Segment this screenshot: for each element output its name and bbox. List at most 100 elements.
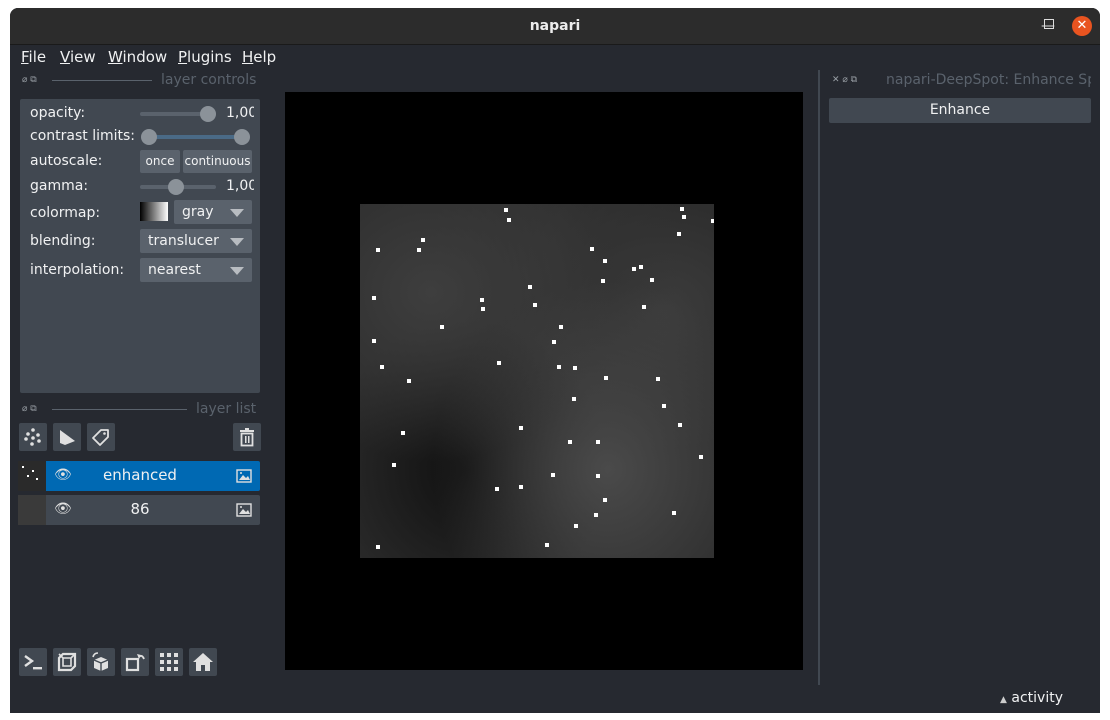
menu-plugins[interactable]: Plugins [178,48,232,66]
detected-spot [604,376,608,380]
menu-help[interactable]: Help [242,48,276,66]
chevron-down-icon [230,209,244,217]
detected-spot [603,498,607,502]
interpolation-dropdown[interactable]: nearest [140,258,252,282]
grid-view-button[interactable] [155,648,183,676]
home-button[interactable] [189,648,217,676]
roll-dims-button[interactable] [87,648,115,676]
detected-spot [528,285,532,289]
chevron-down-icon [230,267,244,275]
new-labels-icon [92,429,109,446]
detected-spot [401,431,405,435]
detected-spot [639,265,643,269]
blending-label: blending: [30,233,96,249]
layer-thumbnail [18,461,46,491]
image-layer-icon [236,503,252,517]
autoscale-continuous-button[interactable]: continuous [183,150,252,173]
detected-spot [662,404,666,408]
grid-icon [160,653,178,671]
detected-spot [372,296,376,300]
autoscale-once-button[interactable]: once [140,150,180,173]
detected-spot [552,340,556,344]
detected-spot [407,379,411,383]
detected-spot [596,440,600,444]
detected-spot [590,247,594,251]
detected-spot [677,232,681,236]
delete-layer-button[interactable] [233,423,261,451]
gamma-value[interactable]: 1,00 [226,178,254,194]
roll-dims-icon [92,652,109,671]
detected-spot [680,207,684,211]
contrast-min-handle[interactable] [141,129,157,145]
gamma-slider-handle[interactable] [168,179,184,195]
opacity-value[interactable]: 1,00 [226,105,254,121]
console-button[interactable] [19,648,47,676]
dock-close-float-icons[interactable]: ✕ ⌀ ⧉ [832,75,857,85]
interpolation-label: interpolation: [30,262,125,278]
detected-spot [596,474,600,478]
detected-spot [519,426,523,430]
detected-spot [372,339,376,343]
contrast-limits-slider[interactable] [144,135,244,139]
detected-spot [568,440,572,444]
ndisplay-icon [57,652,77,672]
new-points-icon [24,428,41,446]
delete-icon [240,428,254,447]
detected-spot [603,259,607,263]
chevron-down-icon [230,238,244,246]
dock-divider [52,409,187,410]
title-bar: napari — ✕ [10,8,1100,45]
new-labels-button[interactable] [87,423,115,451]
detected-spot [573,366,577,370]
detected-spot [642,305,646,309]
image-layer-display [360,204,714,558]
new-points-button[interactable] [19,423,47,451]
detected-spot [551,473,555,477]
layer-name[interactable]: enhanced [60,466,220,484]
blending-dropdown[interactable]: translucer [140,229,252,253]
layer-name[interactable]: 86 [60,500,220,518]
detected-spot [682,215,686,219]
detected-spot [440,325,444,329]
enhance-button[interactable]: Enhance [829,98,1091,123]
transpose-button[interactable] [121,648,149,676]
contrast-limits-label: contrast limits: [30,128,135,144]
gamma-label: gamma: [30,178,89,194]
layer-thumbnail [18,495,46,525]
float-dock-icon[interactable]: ⌀ ⧉ [22,75,37,85]
detected-spot [480,298,484,302]
menu-file[interactable]: File [21,48,46,66]
dock-divider [52,80,152,81]
contrast-max-handle[interactable] [234,129,250,145]
detected-spot [392,463,396,467]
detected-spot [559,325,563,329]
menu-window[interactable]: Window [108,48,167,66]
close-icon: ✕ [1076,18,1088,33]
layer-item-enhanced[interactable]: 👁 enhanced [18,461,260,491]
colormap-dropdown[interactable]: gray [174,200,252,224]
viewer-canvas[interactable] [285,92,803,670]
maximize-button[interactable] [1044,19,1054,29]
plugin-dock-title: napari-DeepSpot: Enhance Spo [886,72,1091,88]
caret-up-icon: ▲ [1000,695,1007,705]
detected-spot [376,248,380,252]
detected-spot [504,208,508,212]
detected-spot [656,377,660,381]
activity-button[interactable]: ▲ activity [1000,690,1063,706]
ndisplay-button[interactable] [53,648,81,676]
menu-bar: File View Window Plugins Help [10,45,1100,69]
menu-view[interactable]: View [60,48,96,66]
detected-spot [711,219,714,223]
new-shapes-icon [60,430,75,445]
layer-item-86[interactable]: 👁 86 [18,495,260,525]
dock-splitter[interactable] [818,70,820,685]
detected-spot [481,307,485,311]
opacity-slider-handle[interactable] [200,106,216,122]
detected-spot [421,238,425,242]
new-shapes-button[interactable] [53,423,81,451]
window-title: napari [529,18,581,34]
detected-spot [417,248,421,252]
float-dock-icon[interactable]: ⌀ ⧉ [22,404,37,414]
image-layer-icon [236,469,252,483]
close-button[interactable]: ✕ [1072,16,1092,36]
